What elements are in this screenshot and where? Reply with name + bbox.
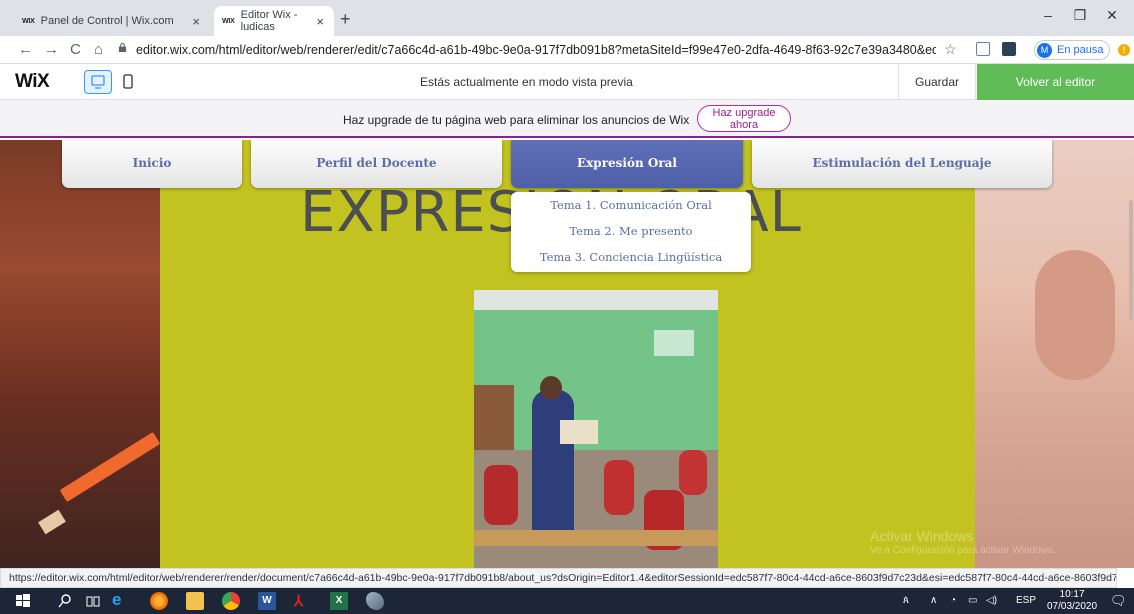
- wix-favicon-icon: WIX: [22, 17, 35, 25]
- student-figure: [679, 450, 707, 495]
- submenu-dropdown: Tema 1. Comunicación Oral Tema 2. Me pre…: [511, 192, 751, 272]
- status-link-preview: https://editor.wix.com/html/editor/web/r…: [0, 568, 1117, 588]
- address-bar: ← → C ⌂ editor.wix.com/html/editor/web/r…: [0, 36, 1134, 64]
- mobile-view-button[interactable]: [116, 70, 140, 94]
- ceiling-shape: [474, 290, 718, 310]
- clock-time: 10:17: [1059, 589, 1085, 600]
- back-arrow-icon[interactable]: ←: [18, 41, 33, 58]
- submenu-item-tema-2[interactable]: Tema 2. Me presento: [511, 224, 751, 238]
- site-preview: EXPRESIÓN ORAL Inicio Perfil del Docente…: [0, 140, 1134, 568]
- page-scrollbar[interactable]: [1129, 200, 1133, 320]
- close-tab-icon[interactable]: ×: [192, 14, 200, 29]
- notifications-icon[interactable]: 🗨: [1110, 593, 1127, 609]
- upgrade-banner: Haz upgrade de tu página web para elimin…: [0, 100, 1134, 138]
- chrome-icon[interactable]: [222, 592, 240, 610]
- window-shape: [654, 330, 694, 356]
- file-explorer-icon[interactable]: [186, 592, 204, 610]
- teacher-head: [540, 376, 562, 400]
- desktop-view-button[interactable]: [84, 70, 112, 94]
- browser-tab-bar: WIX Panel de Control | Wix.com × WIX Edi…: [0, 0, 1134, 36]
- windows-start-icon[interactable]: [14, 592, 32, 610]
- desk-shape: [474, 530, 718, 546]
- reload-icon[interactable]: C: [70, 41, 81, 58]
- background-image-left: [0, 140, 160, 568]
- windows-activation-title: Activar Windows: [870, 528, 974, 544]
- close-window-icon[interactable]: ✕: [1092, 7, 1132, 24]
- child-face-image: [1035, 250, 1115, 380]
- clock[interactable]: 10:17 07/03/2020: [1047, 589, 1097, 613]
- student-figure: [604, 460, 634, 515]
- wix-favicon-icon: WIX: [222, 17, 235, 25]
- upgrade-message: Haz upgrade de tu página web para elimin…: [343, 113, 690, 127]
- wix-logo: WiX: [15, 71, 50, 92]
- extension-icon[interactable]: [976, 42, 990, 56]
- firefox-icon[interactable]: [150, 592, 168, 610]
- profile-status: En pausa: [1057, 44, 1104, 56]
- wix-preview-bar: WiX Estás actualmente en modo vista prev…: [0, 64, 1134, 100]
- tab-label: Panel de Control | Wix.com: [40, 15, 174, 27]
- student-figure: [484, 465, 518, 525]
- classroom-photo: [474, 290, 718, 568]
- book-shape: [560, 420, 598, 444]
- menu-item-estimulacion-lenguaje[interactable]: Estimulación del Lenguaje: [752, 140, 1052, 188]
- teacher-figure: [532, 390, 574, 540]
- windows-activation-sub: Ve a Configuración para activar Windows.: [870, 545, 1056, 556]
- tab-label: Editor Wix - ludicas: [240, 9, 298, 33]
- windows-taskbar: e W ⅄ X ጰ ∧ ◔ ▭ ◁) ESP 10:17 07/03/2020 …: [0, 588, 1134, 614]
- new-tab-icon[interactable]: +: [340, 9, 351, 30]
- upgrade-button-line1: Haz upgrade: [712, 107, 776, 119]
- profile-button[interactable]: M En pausa: [1034, 40, 1111, 60]
- shelf-shape: [474, 385, 514, 455]
- acrobat-icon[interactable]: ⅄: [294, 592, 312, 610]
- mobile-icon: [123, 74, 133, 89]
- desktop-icon: [91, 75, 105, 89]
- tab-panel-de-control[interactable]: WIX Panel de Control | Wix.com ×: [14, 6, 210, 36]
- task-view-icon[interactable]: [84, 592, 102, 610]
- warning-icon[interactable]: !: [1118, 44, 1130, 56]
- excel-icon[interactable]: X: [330, 592, 348, 610]
- people-icon[interactable]: ጰ: [903, 595, 909, 606]
- edge-icon[interactable]: e: [112, 590, 130, 609]
- home-icon[interactable]: ⌂: [94, 41, 103, 58]
- url-input[interactable]: editor.wix.com/html/editor/web/renderer/…: [136, 43, 936, 57]
- tab-editor-wix[interactable]: WIX Editor Wix - ludicas ×: [214, 6, 334, 36]
- tray-chevron-icon[interactable]: ∧: [930, 595, 937, 606]
- menu-item-inicio[interactable]: Inicio: [62, 140, 242, 188]
- language-indicator[interactable]: ESP: [1016, 595, 1036, 606]
- preview-mode-message: Estás actualmente en modo vista previa: [420, 75, 633, 89]
- menu-item-expresion-oral[interactable]: Expresión Oral: [511, 140, 743, 188]
- save-button[interactable]: Guardar: [898, 64, 976, 100]
- bookmark-star-icon[interactable]: ☆: [944, 41, 957, 58]
- lock-icon: [118, 43, 127, 52]
- upgrade-button-line2: ahora: [729, 119, 759, 131]
- extension-icon[interactable]: [1002, 42, 1016, 56]
- menu-item-perfil-docente[interactable]: Perfil del Docente: [251, 140, 502, 188]
- forward-arrow-icon[interactable]: →: [44, 41, 59, 58]
- search-icon[interactable]: [56, 592, 74, 610]
- word-icon[interactable]: W: [258, 592, 276, 610]
- clock-date: 07/03/2020: [1047, 601, 1098, 612]
- avatar: M: [1037, 42, 1052, 58]
- submenu-item-tema-3[interactable]: Tema 3. Conciencia Lingüística: [511, 250, 751, 264]
- network-icon[interactable]: ◔: [950, 595, 956, 606]
- submenu-item-tema-1[interactable]: Tema 1. Comunicación Oral: [511, 198, 751, 212]
- battery-icon[interactable]: ▭: [968, 595, 977, 606]
- upgrade-now-button[interactable]: Haz upgrade ahora: [697, 105, 791, 132]
- volume-icon[interactable]: ◁): [986, 595, 997, 606]
- close-tab-icon[interactable]: ×: [316, 14, 324, 29]
- back-to-editor-button[interactable]: Volver al editor: [977, 64, 1134, 100]
- paint-icon[interactable]: [366, 592, 384, 610]
